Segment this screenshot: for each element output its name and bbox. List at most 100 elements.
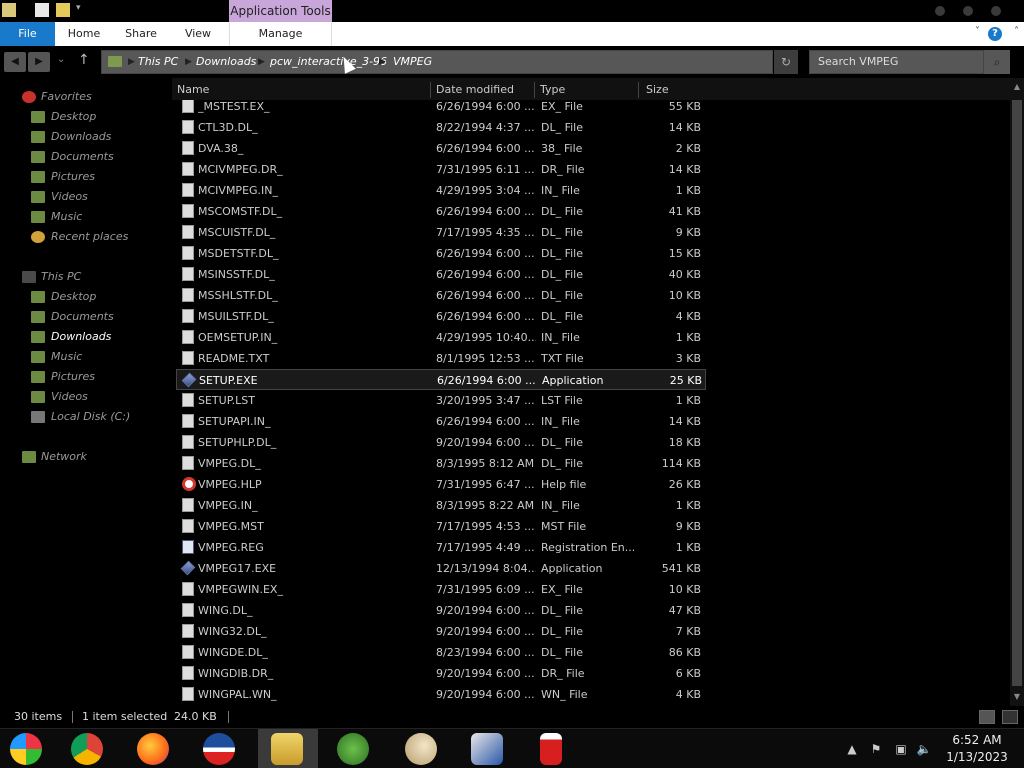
file-row[interactable]: MCIVMPEG.DR_ 7/31/1995 6:11 ... DR_ File 14… [176,159,706,180]
address-bar[interactable]: ▶ This PC ▶ Downloads ▶ pcw_interactive_… [101,50,773,74]
nav-this-pc-local-disk[interactable]: Local Disk (C:) [0,407,172,427]
nav-favorites-videos[interactable]: Videos [0,187,172,207]
refresh-icon[interactable]: ↻ [774,50,798,74]
file-row[interactable]: SETUPAPI.IN_ 6/26/1994 6:00 ... IN_ File 14… [176,411,706,432]
file-row[interactable]: WINGDE.DL_ 8/23/1994 6:00 ... DL_ File 86 K… [176,642,706,663]
column-divider[interactable] [638,82,639,98]
tab-share[interactable]: Share [118,22,164,46]
vertical-scrollbar[interactable]: ▲ ▼ [1010,78,1024,706]
file-row[interactable]: VMPEG.DL_ 8/3/1995 8:12 AM DL_ File 114 KB [176,453,706,474]
taskbar-file-explorer[interactable] [258,729,318,768]
file-row[interactable]: DVA.38_ 6/26/1994 6:00 ... 38_ File 2 KB [176,138,706,159]
up-button[interactable]: ↑ [78,52,90,68]
file-row[interactable]: VMPEG.IN_ 8/3/1995 8:22 AM IN_ File 1 KB [176,495,706,516]
system-clock[interactable]: 6:52 AM 1/13/2023 [935,732,1019,766]
file-row[interactable]: WING.DL_ 9/20/1994 6:00 ... DL_ File 47 KB [176,600,706,621]
taskbar-windows-stack[interactable] [458,729,518,768]
new-folder-icon[interactable] [56,3,70,17]
column-divider[interactable] [430,82,431,98]
nav-this-pc-desktop[interactable]: Desktop [0,287,172,307]
scrollbar-thumb[interactable] [1012,100,1022,686]
file-row[interactable]: MCIVMPEG.IN_ 4/29/1995 3:04 ... IN_ File 1 … [176,180,706,201]
file-row[interactable]: WINGDIB.DR_ 9/20/1994 6:00 ... DR_ File 6 K… [176,663,706,684]
tab-home[interactable]: Home [62,22,106,46]
breadcrumb-separator-icon[interactable]: ▶ [128,51,135,73]
file-row[interactable]: README.TXT 8/1/1995 12:53 ... TXT File 3 KB [176,348,706,369]
close-button[interactable] [991,6,1001,16]
network-status-icon[interactable]: ▣ [892,729,910,768]
breadcrumb-vmpeg[interactable]: VMPEG [393,51,432,73]
details-view-icon[interactable] [979,710,995,724]
file-row[interactable]: SETUP.EXE 6/26/1994 6:00 ... Application 25… [176,369,706,390]
file-row[interactable]: VMPEG.REG 7/17/1995 4:49 ... Registration … [176,537,706,558]
breadcrumb-separator-icon[interactable]: ▶ [379,51,386,73]
file-row[interactable]: MSCUISTF.DL_ 7/17/1995 4:35 ... DL_ File 9 … [176,222,706,243]
column-header-date[interactable]: Date modified [436,80,532,100]
column-header-type[interactable]: Type [540,80,635,100]
file-row[interactable]: VMPEG.MST 7/17/1995 4:53 ... MST File 9 KB [176,516,706,537]
nav-this-pc-videos[interactable]: Videos [0,387,172,407]
nav-favorites-downloads[interactable]: Downloads [0,127,172,147]
breadcrumb-separator-icon[interactable]: ▶ [258,51,265,73]
back-button[interactable]: ◀ [4,52,26,72]
help-icon[interactable]: ? [988,27,1002,41]
breadcrumb-pcw-interactive[interactable]: pcw_interactive_3-96 [270,51,387,73]
nav-this-pc-pictures[interactable]: Pictures [0,367,172,387]
chevron-up-icon[interactable]: ˄ [1014,26,1019,37]
nav-favorites-pictures[interactable]: Pictures [0,167,172,187]
nav-favorites-header[interactable]: Favorites [0,87,172,107]
file-row[interactable]: OEMSETUP.IN_ 4/29/1995 10:40... IN_ File 1 … [176,327,706,348]
nav-network[interactable]: Network [0,447,172,467]
file-row[interactable]: MSINSSTF.DL_ 6/26/1994 6:00 ... DL_ File 40… [176,264,706,285]
file-row[interactable]: VMPEG.HLP 7/31/1995 6:47 ... Help file 26 K… [176,474,706,495]
nav-this-pc-music[interactable]: Music [0,347,172,367]
taskbar-firefox[interactable] [124,729,184,768]
file-row[interactable]: SETUPHLP.DL_ 9/20/1994 6:00 ... DL_ File 18… [176,432,706,453]
show-hidden-icons-icon[interactable]: ▲ [845,729,859,768]
search-input[interactable]: Search VMPEG [809,50,984,74]
tab-view[interactable]: View [176,22,220,46]
file-row[interactable]: MSCOMSTF.DL_ 6/26/1994 6:00 ... DL_ File 41… [176,201,706,222]
file-row[interactable]: WINGPAL.WN_ 9/20/1994 6:00 ... WN_ File 4 K… [176,684,706,705]
scroll-up-icon[interactable]: ▲ [1010,80,1024,94]
recent-locations-icon[interactable]: ⌄ [57,54,65,65]
file-row[interactable]: _MSTEST.EX_ 6/26/1994 6:00 ... EX_ File 55 … [176,100,706,117]
maximize-button[interactable] [963,6,973,16]
file-row[interactable]: SETUP.LST 3/20/1995 3:47 ... LST File 1 KB [176,390,706,411]
breadcrumb-separator-icon[interactable]: ▶ [185,51,192,73]
file-row[interactable]: VMPEGWIN.EX_ 7/31/1995 6:09 ... EX_ File 10… [176,579,706,600]
file-row[interactable]: MSUILSTF.DL_ 6/26/1994 6:00 ... DL_ File 4 … [176,306,706,327]
column-divider[interactable] [534,82,535,98]
nav-this-pc-documents[interactable]: Documents [0,307,172,327]
taskbar-users[interactable] [324,729,384,768]
start-button[interactable] [0,729,55,768]
file-row[interactable]: MSSHLSTF.DL_ 6/26/1994 6:00 ... DL_ File 10… [176,285,706,306]
nav-favorites-desktop[interactable]: Desktop [0,107,172,127]
file-row[interactable]: MSDETSTF.DL_ 6/26/1994 6:00 ... DL_ File 15… [176,243,706,264]
volume-icon[interactable]: 🔈 [916,729,932,768]
forward-button[interactable]: ▶ [28,52,50,72]
column-header-name[interactable]: Name [177,80,427,100]
taskbar-chrome[interactable] [58,729,118,768]
file-row[interactable]: CTL3D.DL_ 8/22/1994 4:37 ... DL_ File 14 KB [176,117,706,138]
nav-favorites-recent-places[interactable]: Recent places [0,227,172,247]
nav-this-pc-header[interactable]: This PC [0,267,172,287]
chevron-down-icon[interactable]: ˅ [975,26,980,37]
minimize-button[interactable] [935,6,945,16]
breadcrumb-downloads[interactable]: Downloads [196,51,256,73]
taskbar-obama[interactable] [190,729,250,768]
search-icon[interactable]: ⌕ [984,50,1010,74]
nav-this-pc-downloads[interactable]: Downloads [0,327,172,347]
scroll-down-icon[interactable]: ▼ [1010,690,1024,704]
nav-favorites-music[interactable]: Music [0,207,172,227]
breadcrumb-this-pc[interactable]: This PC [138,51,178,73]
taskbar-red-app[interactable] [522,729,582,768]
properties-icon[interactable] [35,3,49,17]
chevron-down-icon[interactable]: ▾ [76,3,90,17]
action-center-flag-icon[interactable]: ⚑ [868,729,884,768]
file-row[interactable]: WING32.DL_ 9/20/1994 6:00 ... DL_ File 7 KB [176,621,706,642]
large-icons-view-icon[interactable] [1002,710,1018,724]
tab-manage[interactable]: Manage [229,22,332,46]
taskbar-paint[interactable] [392,729,452,768]
nav-favorites-documents[interactable]: Documents [0,147,172,167]
